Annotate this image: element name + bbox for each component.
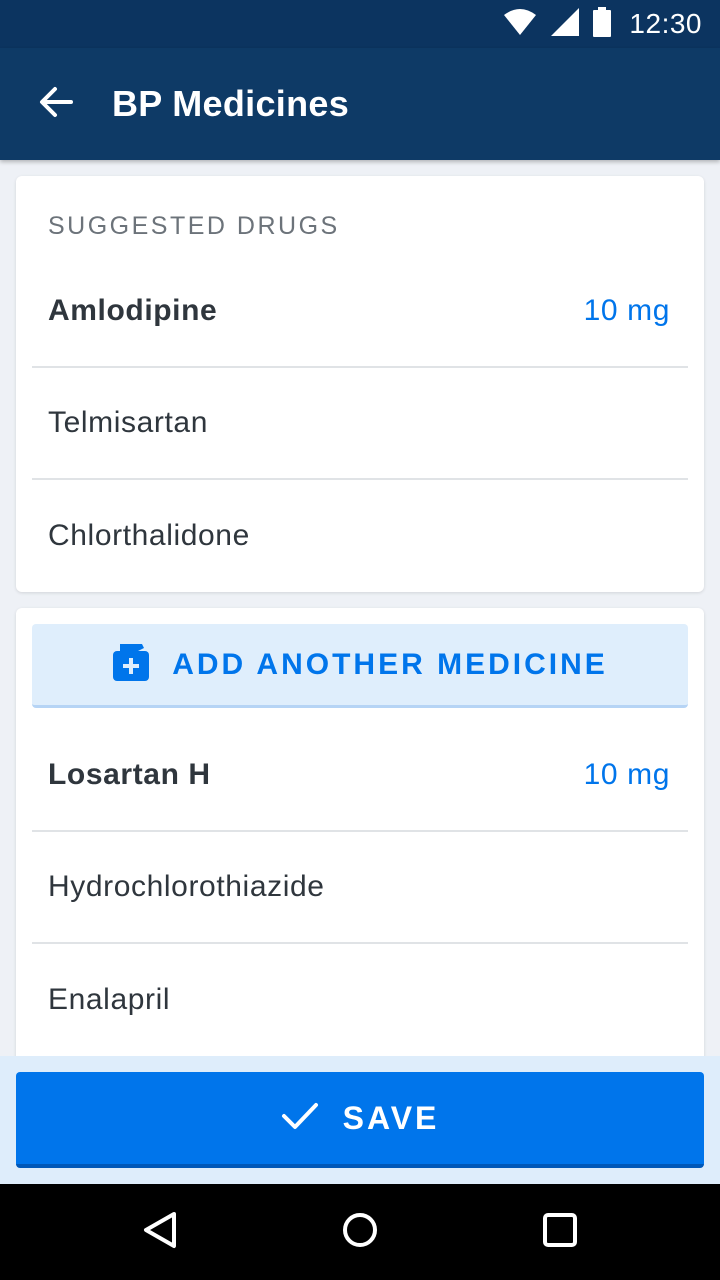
signal-icon — [551, 7, 580, 41]
drug-name: Losartan H — [48, 758, 211, 791]
add-button-label: ADD ANOTHER MEDICINE — [172, 647, 608, 681]
status-time: 12:30 — [629, 8, 702, 39]
drug-row-amlodipine[interactable]: Amlodipine 10 mg — [32, 256, 688, 368]
recents-square-icon — [543, 1212, 577, 1252]
drug-name: Enalapril — [48, 983, 171, 1016]
wifi-icon — [503, 8, 537, 40]
save-label: SAVE — [342, 1099, 440, 1136]
drug-dose: 10 mg — [583, 294, 670, 327]
back-button[interactable] — [0, 48, 112, 160]
page-title: BP Medicines — [112, 83, 350, 124]
navigation-bar — [0, 1184, 720, 1280]
drug-dose: 10 mg — [583, 758, 670, 791]
app-bar: BP Medicines — [0, 48, 720, 160]
save-button[interactable]: SAVE — [16, 1072, 704, 1168]
drug-name: Amlodipine — [48, 294, 218, 327]
section-title: SUGGESTED DRUGS — [48, 212, 340, 240]
drug-row-losartan-h[interactable]: Losartan H 10 mg — [32, 720, 688, 832]
custom-drugs-card: ADD ANOTHER MEDICINE Losartan H 10 mg Hy… — [16, 608, 704, 1068]
drug-row-hydrochlorothiazide[interactable]: Hydrochlorothiazide — [32, 832, 688, 944]
drug-row-chlorthalidone[interactable]: Chlorthalidone — [32, 480, 688, 592]
back-triangle-icon — [142, 1211, 178, 1254]
arrow-back-icon — [38, 84, 74, 125]
drug-name: Hydrochlorothiazide — [48, 870, 325, 903]
footer: SAVE — [0, 1056, 720, 1184]
drug-row-telmisartan[interactable]: Telmisartan — [32, 368, 688, 480]
drug-name: Telmisartan — [48, 406, 208, 439]
status-bar: 12:30 — [0, 0, 720, 48]
drug-row-enalapril[interactable]: Enalapril — [32, 944, 688, 1056]
drug-name: Chlorthalidone — [48, 519, 250, 552]
nav-recents-button[interactable] — [536, 1208, 584, 1256]
nav-back-button[interactable] — [136, 1208, 184, 1256]
check-icon — [281, 1101, 319, 1136]
home-circle-icon — [342, 1212, 378, 1253]
battery-icon — [593, 6, 612, 42]
add-another-medicine-button[interactable]: ADD ANOTHER MEDICINE — [32, 624, 688, 708]
suggested-drugs-card: SUGGESTED DRUGS Amlodipine 10 mg Telmisa… — [16, 176, 704, 592]
medicine-bottle-plus-icon — [112, 642, 150, 687]
nav-home-button[interactable] — [336, 1208, 384, 1256]
